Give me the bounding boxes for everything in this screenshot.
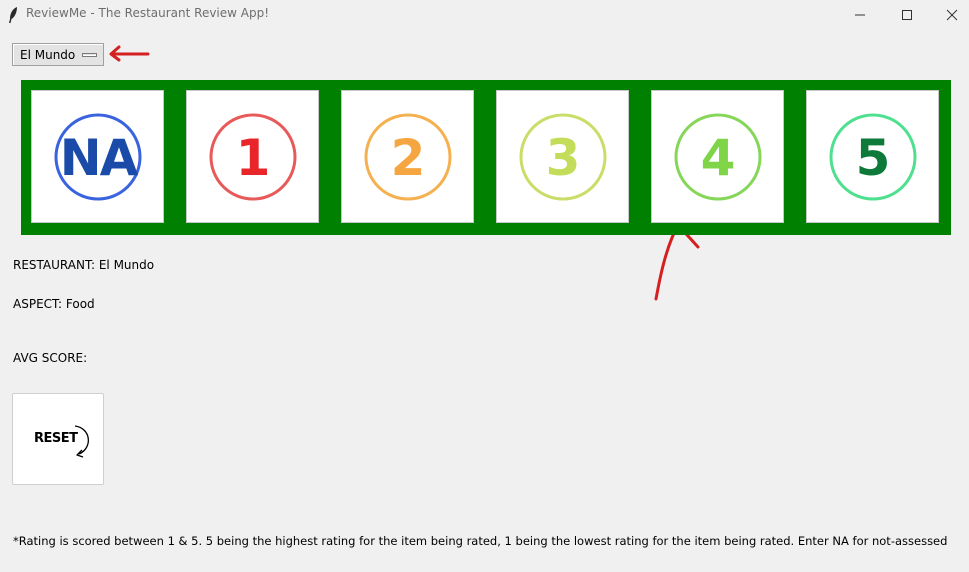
rating-button-4[interactable]: 4 — [651, 90, 784, 223]
maximize-button[interactable] — [884, 0, 930, 30]
rating-1-icon: 1 — [209, 113, 297, 201]
rating-3-icon: 3 — [519, 113, 607, 201]
rating-2-label: 2 — [391, 129, 426, 187]
rating-na-label: NA — [60, 129, 139, 187]
rating-button-5[interactable]: 5 — [806, 90, 939, 223]
minimize-icon — [855, 14, 865, 16]
restaurant-label: RESTAURANT: El Mundo — [13, 258, 155, 272]
title-bar: ReviewMe - The Restaurant Review App! — [0, 0, 969, 30]
rating-button-1[interactable]: 1 — [186, 90, 319, 223]
close-button[interactable] — [929, 0, 969, 30]
rating-1-label: 1 — [236, 129, 271, 187]
rating-5-label: 5 — [856, 129, 891, 187]
annotation-arrow-left-icon — [109, 45, 150, 62]
minimize-button[interactable] — [837, 0, 883, 30]
dropdown-selected-value: El Mundo — [20, 48, 76, 62]
close-icon — [946, 9, 958, 21]
rating-3-label: 3 — [546, 129, 581, 187]
rating-4-icon: 4 — [674, 113, 762, 201]
rating-panel: NA 1 2 3 4 5 — [21, 80, 951, 235]
rating-footnote: *Rating is scored between 1 & 5. 5 being… — [13, 534, 948, 548]
feather-icon — [9, 7, 17, 23]
window-title: ReviewMe - The Restaurant Review App! — [26, 6, 270, 20]
rating-4-label: 4 — [701, 129, 736, 187]
restaurant-dropdown[interactable]: El Mundo — [12, 43, 104, 66]
rating-5-icon: 5 — [829, 113, 917, 201]
maximize-icon — [902, 10, 912, 20]
rating-button-3[interactable]: 3 — [496, 90, 629, 223]
dropdown-indicator-icon — [82, 53, 97, 57]
rating-2-icon: 2 — [364, 113, 452, 201]
rating-button-2[interactable]: 2 — [341, 90, 474, 223]
reset-arrow-icon — [74, 425, 89, 458]
rating-na-icon: NA — [54, 113, 142, 201]
aspect-label: ASPECT: Food — [13, 297, 95, 311]
rating-button-na[interactable]: NA — [31, 90, 164, 223]
reset-button[interactable]: RESET — [12, 393, 104, 485]
avg-score-label: AVG SCORE: — [13, 351, 88, 365]
